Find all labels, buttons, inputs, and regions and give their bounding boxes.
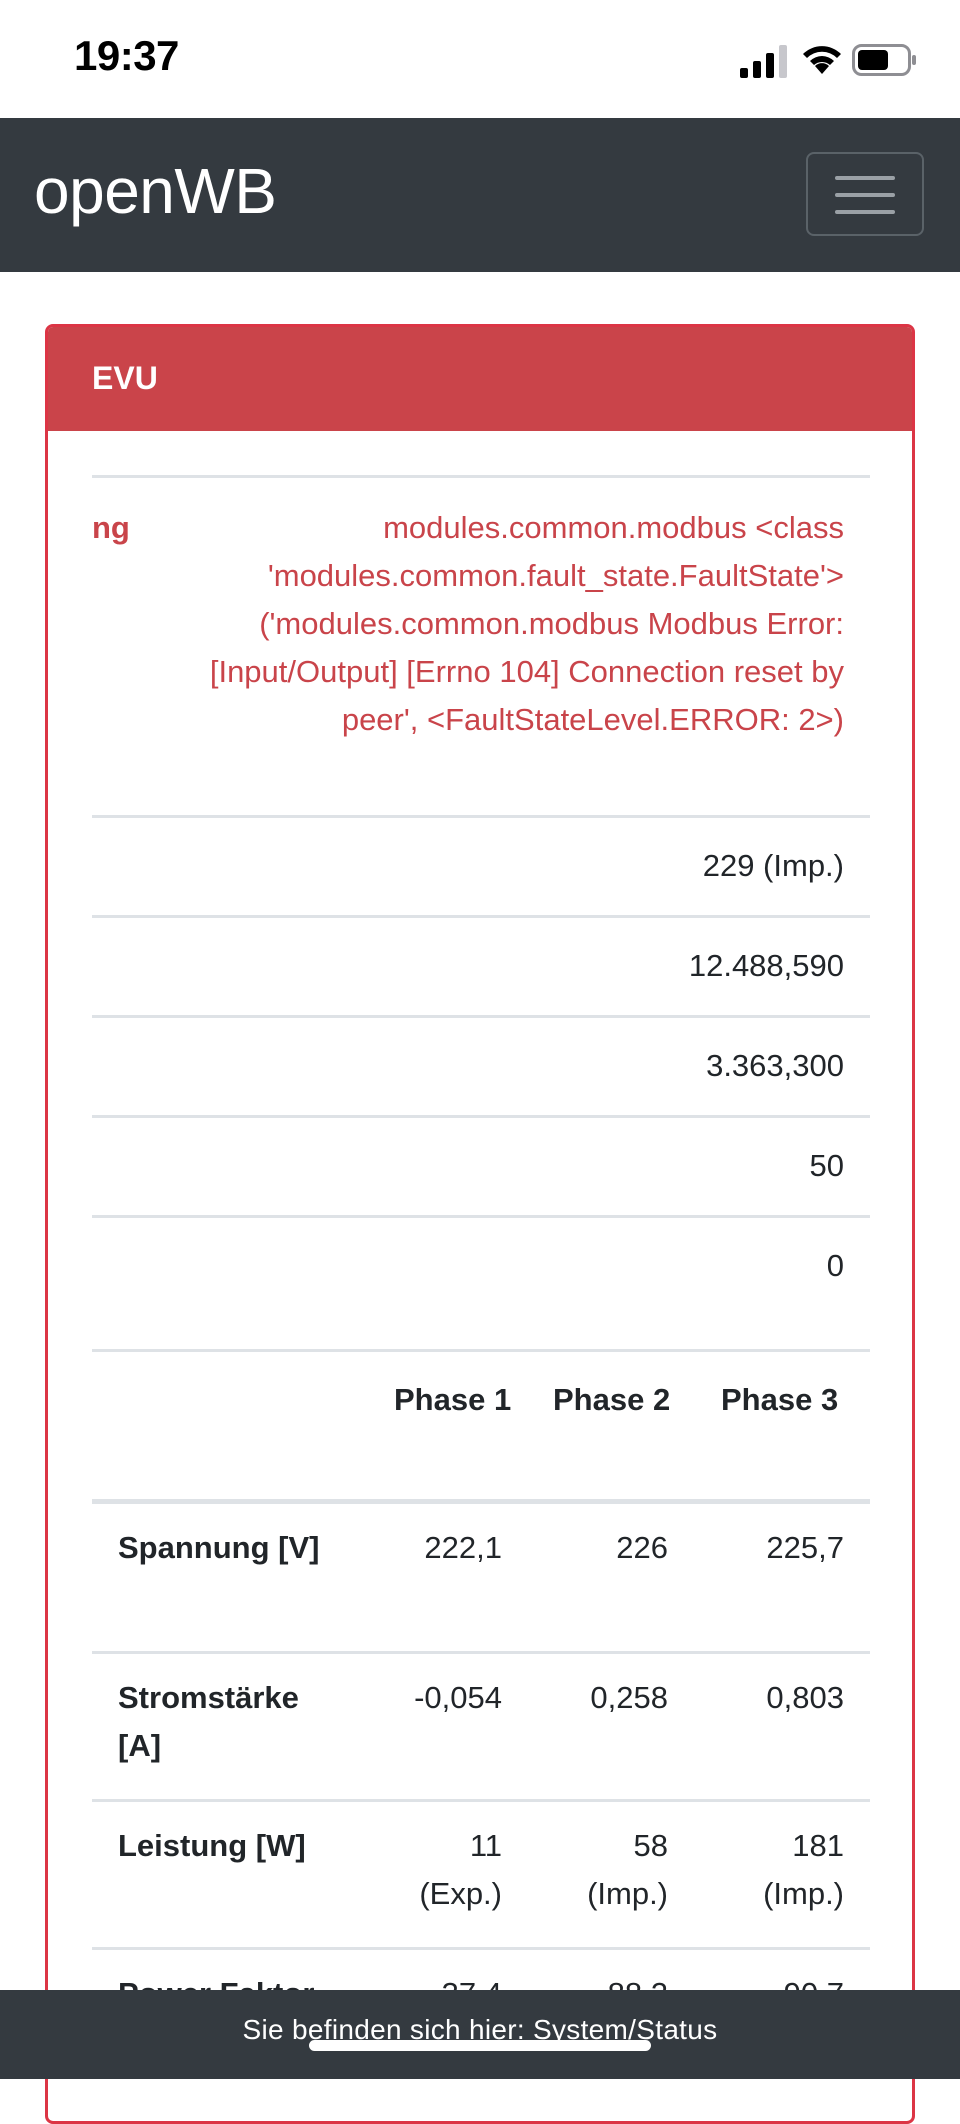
value-row: 50 — [92, 1115, 870, 1215]
value-row: 229 (Imp.) — [92, 815, 870, 915]
row-label: Stromstärke [A] — [118, 1680, 299, 1763]
footer-bar: Sie befinden sich hier: System/Status — [0, 1990, 960, 2079]
evu-card: EVU ng modules.common.modbus <class 'mod… — [45, 324, 915, 2124]
phase-1-value: 11 (Exp.) — [419, 1828, 502, 1911]
phase-1-value: -0,054 — [414, 1680, 502, 1715]
value-row: 0 — [92, 1215, 870, 1315]
table-row: Spannung [V] 222,1 226 225,7 — [92, 1504, 870, 1651]
phase-3-value: 0,803 — [766, 1680, 844, 1715]
value-row: 3.363,300 — [92, 1015, 870, 1115]
value-cell: 12.488,590 — [688, 948, 844, 983]
phase-header: Phase 2 — [553, 1382, 671, 1417]
card-header: EVU — [48, 327, 912, 431]
value-cell: 3.363,300 — [706, 1048, 844, 1083]
phase-2-value: 0,258 — [590, 1680, 668, 1715]
table-row: Stromstärke [A] -0,054 0,258 0,803 — [92, 1651, 870, 1799]
error-label: ng — [92, 510, 130, 545]
phase-1-value: 222,1 — [424, 1530, 502, 1565]
phase-header: Phase 1 — [394, 1382, 512, 1417]
table-row: Leistung [W] 11 (Exp.) 58 (Imp.) 181 (Im… — [92, 1799, 870, 1947]
phase-header: Phase 3 — [721, 1382, 839, 1417]
row-label: Leistung [W] — [118, 1828, 306, 1863]
battery-icon — [852, 44, 916, 76]
hamburger-icon — [835, 176, 895, 214]
menu-toggle-button[interactable] — [806, 152, 924, 236]
error-message: modules.common.modbus <class 'modules.co… — [209, 510, 844, 737]
phase-header-row: Phase 1 Phase 2 Phase 3 — [92, 1349, 870, 1499]
cellular-signal-icon — [740, 45, 787, 78]
phase-3-value: 181 (Imp.) — [763, 1828, 844, 1911]
phase-2-value: 58 (Imp.) — [587, 1828, 668, 1911]
row-label: Spannung [V] — [118, 1530, 320, 1565]
status-bar: 19:37 — [0, 0, 960, 118]
wifi-icon — [803, 46, 841, 74]
error-row: ng modules.common.modbus <class 'modules… — [92, 475, 870, 815]
phase-2-value: 226 — [616, 1530, 668, 1565]
home-indicator[interactable] — [309, 2040, 651, 2051]
brand-logo[interactable]: openWB — [34, 154, 277, 228]
value-row: 12.488,590 — [92, 915, 870, 1015]
phase-3-value: 225,7 — [766, 1530, 844, 1565]
value-cell: 229 (Imp.) — [702, 848, 844, 883]
navbar: openWB — [0, 118, 960, 272]
status-time: 19:37 — [74, 32, 179, 79]
value-cell: 50 — [809, 1148, 844, 1183]
value-cell: 0 — [826, 1248, 844, 1283]
